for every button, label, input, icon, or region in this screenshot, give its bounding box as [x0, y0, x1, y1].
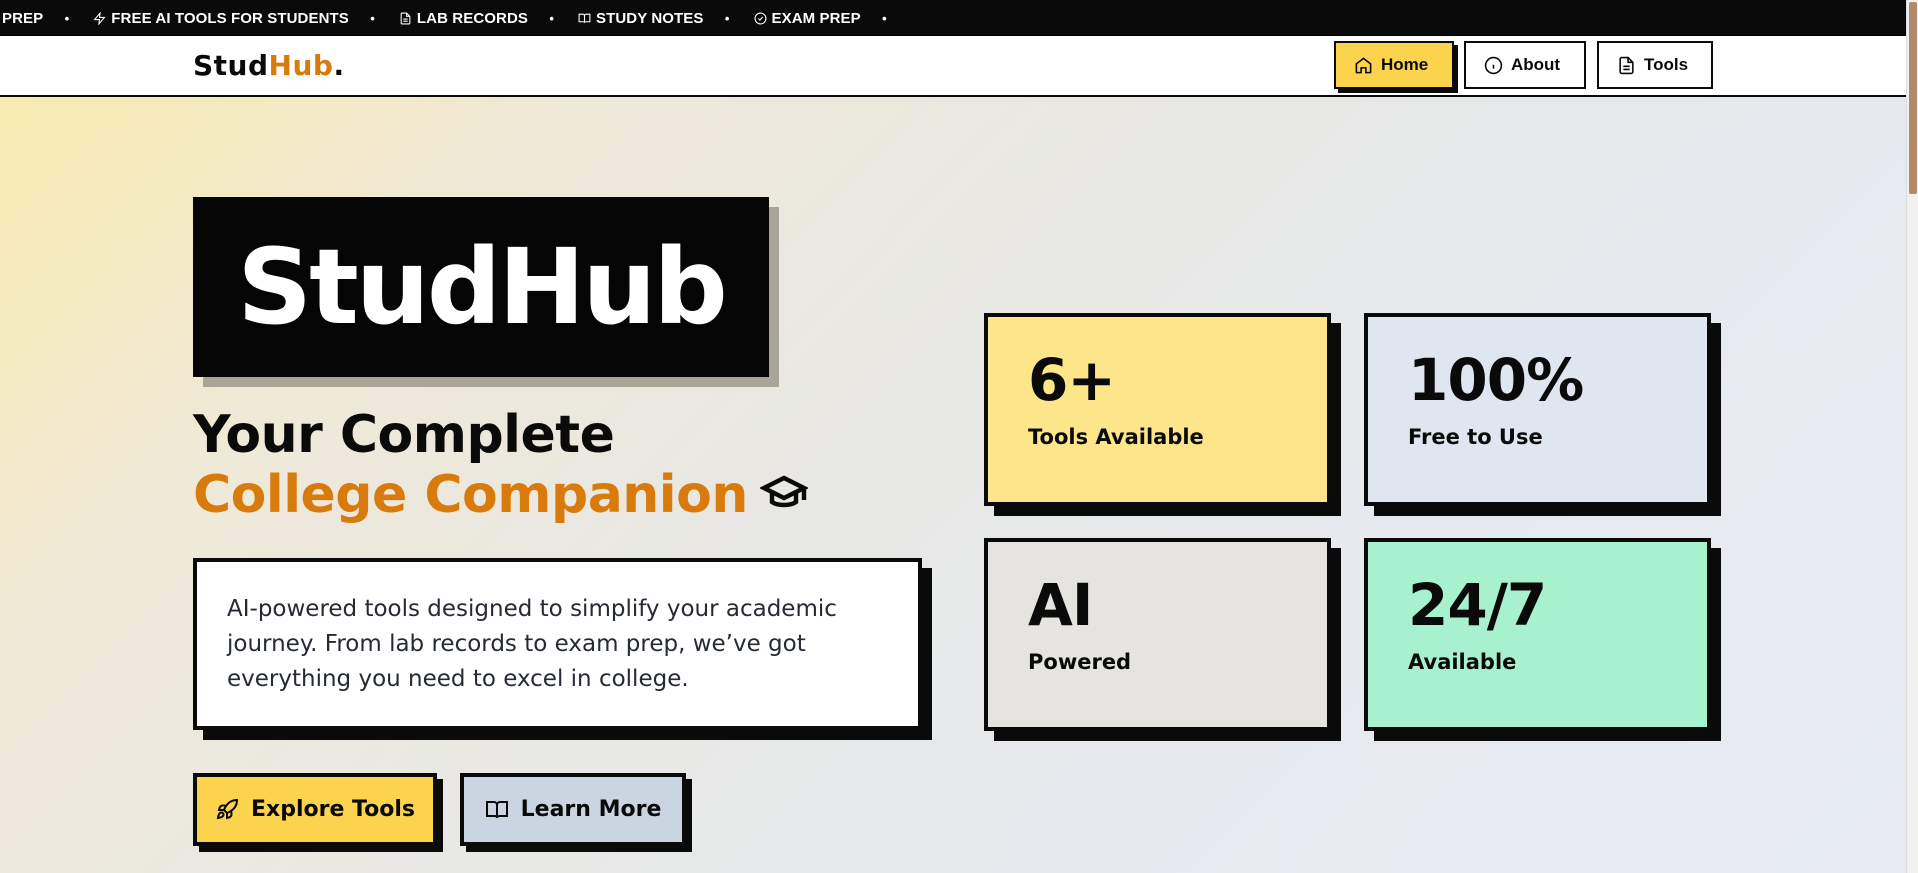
- file-text-icon: [1619, 56, 1634, 74]
- nav-about-label: About: [1511, 55, 1561, 74]
- ticker-item-exam-prep: EXAM PREP: [724, 0, 887, 35]
- stat-value: AI: [1028, 571, 1093, 639]
- headline-line-1: Your Complete: [193, 405, 615, 465]
- nav-tools-button[interactable]: Tools: [1597, 41, 1713, 89]
- ticker-item-study-notes: STUDY NOTES: [548, 0, 729, 35]
- stat-value: 6+: [1028, 346, 1116, 414]
- page-scrollbar[interactable]: [1906, 0, 1918, 873]
- explore-tools-label: Explore Tools: [250, 797, 415, 822]
- hero-description-box: AI-powered tools designed to simplify yo…: [193, 558, 922, 730]
- ticker-label: EXAM PREP: [0, 9, 44, 27]
- stat-label: Powered: [1028, 650, 1132, 674]
- home-icon: [1355, 56, 1372, 73]
- ticker-item-lab-records: LAB RECORDS: [369, 0, 554, 35]
- stat-card-tools: 6+ Tools Available: [984, 313, 1331, 506]
- ticker-label: EXAM PREP: [771, 9, 861, 27]
- stat-card-availability: 24/7 Available: [1364, 538, 1711, 731]
- headline-line-2: College Companion: [193, 465, 748, 525]
- scrollbar-thumb[interactable]: [1909, 2, 1917, 194]
- rocket-icon: [216, 798, 238, 819]
- stat-value: 24/7: [1408, 571, 1547, 639]
- stat-card-ai: AI Powered: [984, 538, 1331, 731]
- stat-label: Available: [1408, 650, 1517, 674]
- book-icon: [578, 13, 591, 23]
- nav-tools-label: Tools: [1644, 55, 1689, 74]
- stat-card-free: 100% Free to Use: [1364, 313, 1711, 506]
- ticker-item-free-ai-tools: FREE AI TOOLS FOR STUDENTS: [63, 0, 375, 35]
- hero-headline: Your Complete College Companion: [193, 405, 809, 529]
- site-logo[interactable]: StudHub.: [193, 49, 345, 82]
- logo-main: Stud: [193, 49, 269, 82]
- stat-value: 100%: [1408, 346, 1584, 414]
- brand-title-block: StudHub: [193, 197, 769, 377]
- nav-home-button[interactable]: Home: [1334, 41, 1454, 89]
- circle-check-icon: [754, 12, 766, 24]
- ticker-item-exam-prep-partial: EXAM PREP: [0, 0, 70, 35]
- stat-label: Free to Use: [1408, 425, 1543, 449]
- ticker-label: FREE AI TOOLS FOR STUDENTS: [111, 9, 349, 27]
- stat-label: Tools Available: [1028, 425, 1204, 449]
- file-icon: [400, 12, 411, 24]
- hero-description: AI-powered tools designed to simplify yo…: [227, 596, 837, 692]
- brand-title: StudHub: [237, 226, 728, 348]
- logo-dot: .: [333, 49, 345, 82]
- logo-accent: Hub: [268, 49, 334, 82]
- announcement-ticker: EXAM PREP FREE AI TOOLS FOR STUDENTS LAB…: [0, 0, 1906, 36]
- zap-icon: [93, 11, 106, 25]
- learn-more-button[interactable]: Learn More: [460, 773, 686, 846]
- ticker-label: STUDY NOTES: [596, 9, 704, 27]
- graduation-cap-icon: [758, 468, 809, 529]
- book-open-icon: [485, 800, 508, 818]
- info-icon: [1484, 56, 1503, 74]
- top-navbar: StudHub. Home About Tools: [0, 36, 1906, 97]
- explore-tools-button[interactable]: Explore Tools: [193, 773, 437, 846]
- ticker-track: EXAM PREP FREE AI TOOLS FOR STUDENTS LAB…: [0, 0, 887, 35]
- nav-about-button[interactable]: About: [1464, 41, 1586, 89]
- ticker-label: LAB RECORDS: [416, 9, 528, 27]
- learn-more-label: Learn More: [520, 797, 662, 822]
- hero-section: StudHub Your Complete College Companion …: [0, 97, 1906, 873]
- nav-home-label: Home: [1381, 55, 1429, 74]
